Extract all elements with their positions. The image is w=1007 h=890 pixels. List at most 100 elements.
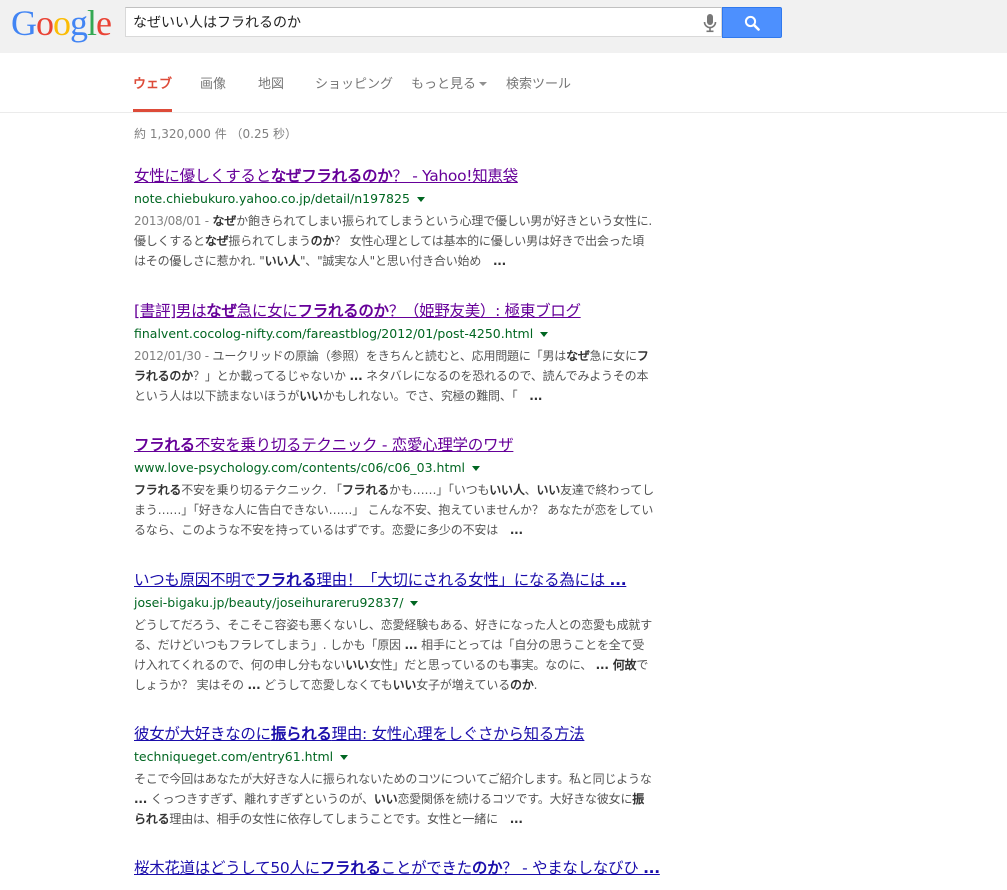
result-url-text: www.love-psychology.com/contents/c06/c06… [134, 460, 466, 475]
text-segment: ？」とか載ってるじゃないか [193, 369, 350, 383]
text-segment: そこで今回はあなたが大好きな人に振られないためのコツについてご紹介します。私と同… [134, 772, 652, 786]
tab-web[interactable]: ウェブ [133, 73, 173, 112]
highlighted-term: いい [392, 678, 417, 692]
result-title-link[interactable]: [書評]男はなぜ急に女にフラれるのか？（姫野友美）: 極東ブログ [134, 301, 654, 321]
result-title-link[interactable]: 女性に優しくするとなぜフラれるのか？ - Yahoo!知恵袋 [134, 166, 654, 186]
highlighted-term: ... [247, 678, 261, 692]
result-url-text: techniqueget.com/entry61.html [134, 749, 334, 764]
highlighted-term: いい人 [264, 254, 301, 268]
result-title-link[interactable]: いつも原因不明でフラれる理由！「大切にされる女性」になる為には ... [134, 570, 654, 590]
result-url: www.love-psychology.com/contents/c06/c06… [134, 460, 654, 476]
highlighted-term: フラれるのか [297, 302, 390, 320]
google-logo[interactable]: Google [11, 3, 112, 43]
microphone-icon[interactable] [701, 13, 719, 33]
search-input[interactable] [133, 8, 693, 36]
text-segment: 急に女に [236, 302, 298, 320]
search-result: 桜木花道はどうして50人にフラれることができたのか？ - やまなしなびひ ... [134, 858, 660, 878]
tab-label: ショッピング [315, 77, 394, 92]
text-segment: 理由！「大切にされる女性」になる為には [316, 571, 610, 589]
text-segment: ？（姫野友美）: 極東ブログ [388, 302, 581, 320]
url-menu-arrow-icon[interactable] [340, 755, 349, 760]
highlighted-term: ... [609, 571, 627, 589]
tab-images[interactable]: 画像 [200, 73, 226, 111]
url-menu-arrow-icon[interactable] [472, 466, 481, 471]
tab-search-tools[interactable]: 検索ツール [506, 73, 571, 111]
logo-letter: g [70, 3, 88, 43]
logo-letter: l [87, 3, 97, 43]
highlighted-term: いい [536, 483, 561, 497]
highlighted-term: ... 何故 [595, 658, 637, 672]
tab-maps[interactable]: 地図 [258, 73, 284, 111]
text-segment: 不安を乗り切るテクニック. 「 [181, 483, 342, 497]
text-segment: 女子が増えている [416, 678, 511, 692]
highlighted-term: ... [643, 859, 660, 877]
result-url: note.chiebukuro.yahoo.co.jp/detail/n1978… [134, 191, 654, 207]
result-snippet-text: どうしてだろう、そこそこ容姿も悪くないし、恋愛経験もある、好きになった人との恋愛… [134, 618, 652, 692]
text-segment: 理由: 女性心理をしぐさから知る方法 [331, 725, 585, 743]
tab-label: 画像 [200, 77, 227, 92]
text-segment: 彼女が大好きなのに [134, 725, 271, 743]
result-snippet: どうしてだろう、そこそこ容姿も悪くないし、恋愛経験もある、好きになった人との恋愛… [134, 615, 654, 695]
result-snippet: 2012/01/30 - ユークリッドの原論（参照）をきちんと読むと、応用問題に… [134, 346, 654, 406]
url-menu-arrow-icon[interactable] [410, 601, 419, 606]
text-segment: 急に女に [589, 349, 637, 363]
highlighted-term: いい [373, 792, 398, 806]
tab-label: もっと見る [411, 77, 477, 92]
search-result: 彼女が大好きなのに振られる理由: 女性心理をしぐさから知る方法 techniqu… [134, 724, 654, 829]
highlighted-term: ... [492, 254, 507, 268]
highlighted-term: いい人 [489, 483, 525, 497]
result-url: techniqueget.com/entry61.html [134, 749, 654, 765]
tab-more[interactable]: もっと見る [411, 73, 488, 111]
search-tabs: ウェブ 画像 地図 ショッピング もっと見る 検索ツール [0, 53, 1007, 113]
result-title-link[interactable]: 桜木花道はどうして50人にフラれることができたのか？ - やまなしなびひ ... [134, 858, 660, 878]
tab-shopping[interactable]: ショッピング [315, 73, 393, 111]
highlighted-term: フラれる [134, 483, 182, 497]
logo-letter: G [11, 3, 37, 43]
result-stats: 約 1,320,000 件 （0.25 秒） [134, 127, 298, 141]
highlighted-term: なぜ [566, 349, 590, 363]
result-title-link[interactable]: 彼女が大好きなのに振られる理由: 女性心理をしぐさから知る方法 [134, 724, 654, 744]
text-segment: ？ - やまなしなびひ [502, 859, 644, 877]
highlighted-term: なぜ [206, 302, 237, 320]
result-date: 2012/01/30 - [134, 349, 213, 363]
highlighted-term: ... [509, 523, 523, 537]
highlighted-term: フラれる [319, 859, 381, 877]
text-segment: どうして恋愛しなくても [260, 678, 393, 692]
highlighted-term: いい [299, 389, 323, 403]
text-segment: ？ - Yahoo!知恵袋 [392, 167, 518, 185]
highlighted-term: フラれる [134, 436, 195, 454]
highlighted-term: ... [349, 369, 363, 383]
url-menu-arrow-icon[interactable] [416, 197, 425, 202]
result-url-text: note.chiebukuro.yahoo.co.jp/detail/n1978… [134, 191, 410, 206]
tab-label: 地図 [258, 77, 285, 92]
magnifier-icon [744, 15, 760, 31]
search-box[interactable] [125, 7, 722, 37]
text-segment: いつも原因不明で [134, 571, 256, 589]
highlighted-term: ... [529, 389, 543, 403]
result-url-text: finalvent.cocolog-nifty.com/fareastblog/… [134, 326, 534, 341]
highlighted-term: なぜ [204, 234, 229, 248]
result-snippet-text: なぜか飽きられてしまい振られてしまうという心理で優しい男が好きという女性に. 優… [134, 214, 652, 268]
caret-down-icon [479, 81, 488, 86]
highlighted-term: フラれる [255, 571, 317, 589]
result-snippet-text: フラれる不安を乗り切るテクニック. 「フラれるかも……」「いつもいい人、いい友達… [134, 483, 654, 537]
search-result: [書評]男はなぜ急に女にフラれるのか？（姫野友美）: 極東ブログ finalve… [134, 301, 654, 406]
url-menu-arrow-icon[interactable] [540, 332, 549, 337]
text-segment: "、"誠実な人"と思い付き合い始め [299, 254, 493, 268]
search-result: 女性に優しくするとなぜフラれるのか？ - Yahoo!知恵袋 note.chie… [134, 166, 654, 271]
text-segment: [書評]男は [134, 302, 207, 320]
result-title-link[interactable]: フラれる不安を乗り切るテクニック - 恋愛心理学のワザ [134, 435, 654, 455]
text-segment: 、 [524, 483, 537, 497]
highlighted-term: ... [134, 792, 148, 806]
highlighted-term: のか [310, 234, 335, 248]
search-button[interactable] [722, 7, 782, 38]
text-segment: かもしれない。でさ、究極の難問、「 [322, 389, 530, 403]
tab-label: ウェブ [133, 77, 173, 92]
highlighted-term: のか [510, 678, 534, 692]
text-segment: 恋愛関係を続けるコツです。大好きな彼女に [397, 792, 633, 806]
result-snippet: フラれる不安を乗り切るテクニック. 「フラれるかも……」「いつもいい人、いい友達… [134, 480, 654, 540]
tab-label: 検索ツール [506, 77, 572, 92]
top-bar: Google [0, 0, 1007, 53]
search-result: いつも原因不明でフラれる理由！「大切にされる女性」になる為には ... jose… [134, 570, 654, 695]
highlighted-term: ... [509, 812, 523, 826]
